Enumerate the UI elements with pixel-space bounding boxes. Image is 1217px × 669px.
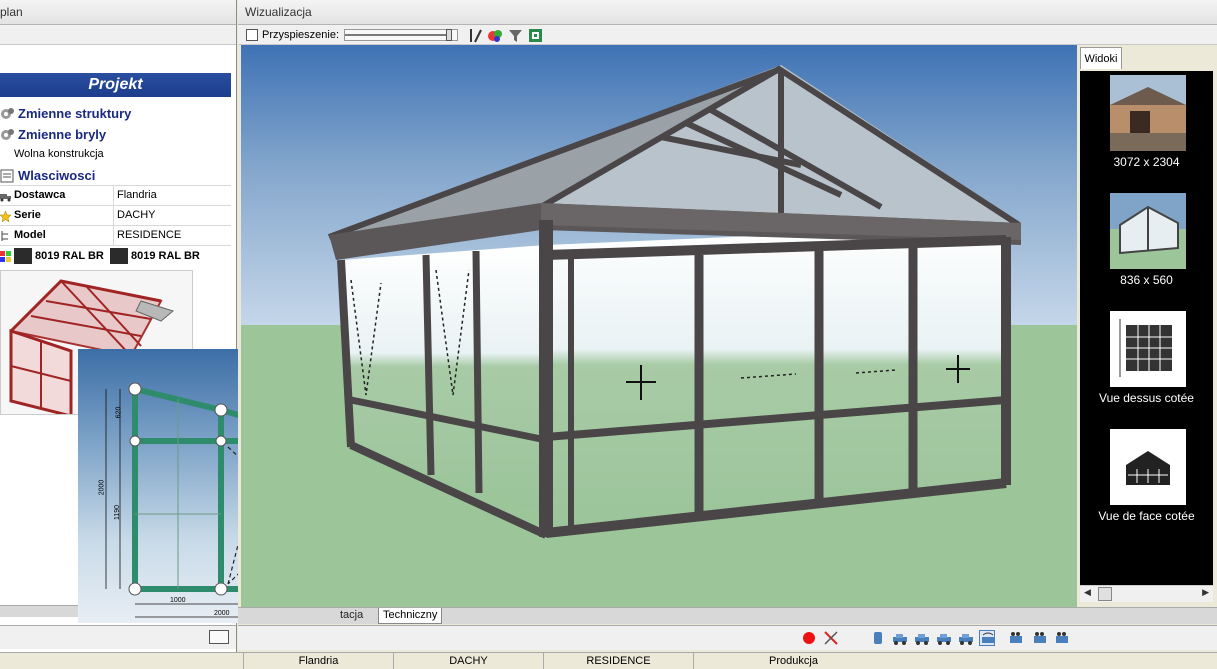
property-value: DACHY [113, 206, 231, 225]
color-palette-icon [0, 250, 11, 262]
acceleration-label: Przyspieszenie: [262, 29, 340, 41]
no-record-icon[interactable] [823, 630, 839, 646]
zmienne-bryly-section[interactable]: Zmienne bryly [0, 125, 231, 145]
color-left-label: 8019 RAL BR [35, 250, 104, 262]
left-panel-title: plan [0, 0, 236, 25]
bottom-toolbar [238, 625, 1217, 650]
dim-label: 620 [115, 406, 123, 419]
property-row-dostawca[interactable]: Dostawca Flandria [0, 185, 231, 205]
orbit-view-icon[interactable] [979, 630, 995, 646]
status-model: RESIDENCE [543, 653, 693, 669]
star-icon [0, 210, 12, 223]
truck-icon [0, 190, 11, 202]
acceleration-slider-thumb[interactable] [445, 29, 452, 41]
list-icon [0, 169, 14, 183]
status-mode: Produkcja [693, 653, 893, 669]
toolbar-toggle-checkbox[interactable] [246, 29, 258, 41]
status-supplier: Flandria [243, 653, 393, 669]
view-mode-tabs: tacja Techniczny [238, 607, 1217, 624]
color-swatch [110, 248, 128, 265]
camera-1-icon[interactable] [1008, 630, 1024, 646]
scrollbar-thumb[interactable] [1098, 587, 1112, 601]
status-series: DACHY [393, 653, 543, 669]
views-scrollbar[interactable]: ◀ ▶ [1080, 585, 1213, 602]
property-row-colors[interactable]: 8019 RAL BR 8019 RAL BR [0, 245, 231, 265]
scroll-right-icon[interactable]: ▶ [1202, 587, 1209, 598]
property-row-serie[interactable]: Serie DACHY [0, 205, 231, 225]
views-tab[interactable]: Widoki [1080, 47, 1122, 69]
camera-3-icon[interactable] [1054, 630, 1070, 646]
gears-icon [0, 107, 14, 121]
pencil-ruler-icon[interactable] [468, 28, 483, 43]
property-row-model[interactable]: Model RESIDENCE [0, 225, 231, 245]
color-right-value[interactable]: 8019 RAL BR [110, 247, 200, 266]
property-key: Model [14, 229, 46, 241]
3d-viewport[interactable] [241, 45, 1077, 607]
left-bottom-toolbar [0, 625, 236, 649]
zmienne-struktury-section[interactable]: Zmienne struktury [0, 104, 231, 124]
record-icon[interactable] [801, 630, 817, 646]
house-photo-thumbnail [1110, 75, 1186, 151]
filter-icon[interactable] [508, 28, 523, 43]
wlasciwosci-label: Wlasciwosci [18, 168, 96, 183]
conservatory-render-thumbnail [1110, 193, 1186, 269]
property-key: Dostawca [14, 189, 66, 201]
tab-presentation[interactable]: tacja [336, 608, 367, 624]
color-right-label: 8019 RAL BR [131, 250, 200, 262]
property-value: RESIDENCE [113, 226, 231, 245]
property-value: Flandria [113, 186, 231, 205]
car-view-3-icon[interactable] [936, 630, 952, 646]
camera-2-icon[interactable] [1032, 630, 1048, 646]
view-label: 3072 x 2304 [1113, 155, 1180, 169]
view-label: Vue dessus cotée [1099, 391, 1194, 405]
front-view-thumbnail [1110, 429, 1186, 505]
views-panel: Widoki 3072 x 2304 836 x 560 Vue dessus … [1078, 45, 1217, 607]
person-view-icon[interactable] [870, 630, 886, 646]
color-balls-icon[interactable] [488, 28, 503, 43]
car-view-2-icon[interactable] [914, 630, 930, 646]
car-view-1-icon[interactable] [892, 630, 908, 646]
dim-label: 1190 [114, 504, 122, 521]
visualization-panel: Wizualizacja Przyspieszenie: Widoki 3072… [238, 0, 1217, 652]
color-left-value[interactable]: 8019 RAL BR [14, 247, 104, 266]
gears-icon [0, 128, 14, 142]
visualization-title: Wizualizacja [238, 0, 1217, 25]
zmienne-struktury-label: Zmienne struktury [18, 106, 132, 121]
wolna-konstrukcja-label: Wolna konstrukcja [14, 148, 104, 160]
tab-technical[interactable]: Techniczny [378, 608, 443, 624]
car-view-4-icon[interactable] [958, 630, 974, 646]
scroll-left-icon[interactable]: ◀ [1084, 587, 1091, 598]
wolna-konstrukcja-item[interactable]: Wolna konstrukcja [0, 144, 231, 164]
tree-icon [0, 230, 11, 241]
projekt-header: Projekt [0, 73, 231, 97]
acceleration-slider-fill [345, 34, 446, 36]
visualization-toolbar: Przyspieszenie: [238, 25, 1217, 45]
wlasciwosci-section[interactable]: Wlasciwosci [0, 166, 231, 186]
view-label: 836 x 560 [1120, 273, 1173, 287]
top-view-thumbnail [1110, 311, 1186, 387]
acceleration-slider[interactable] [344, 29, 458, 41]
left-toolbar [0, 25, 236, 45]
dim-label: 2000 [214, 610, 230, 617]
views-list: 3072 x 2304 836 x 560 Vue dessus cotée V… [1080, 71, 1213, 585]
dim-label: 2000 [98, 479, 106, 496]
status-bar: Flandria DACHY RESIDENCE Produkcja [0, 652, 1217, 669]
view-label: Vue de face cotée [1098, 509, 1195, 523]
zmienne-bryly-label: Zmienne bryly [18, 127, 107, 142]
export-icon[interactable] [528, 28, 543, 43]
color-swatch [14, 248, 32, 265]
property-key: Serie [14, 209, 41, 221]
dim-label: 1000 [170, 597, 186, 604]
collapse-panel-button[interactable] [209, 630, 229, 644]
